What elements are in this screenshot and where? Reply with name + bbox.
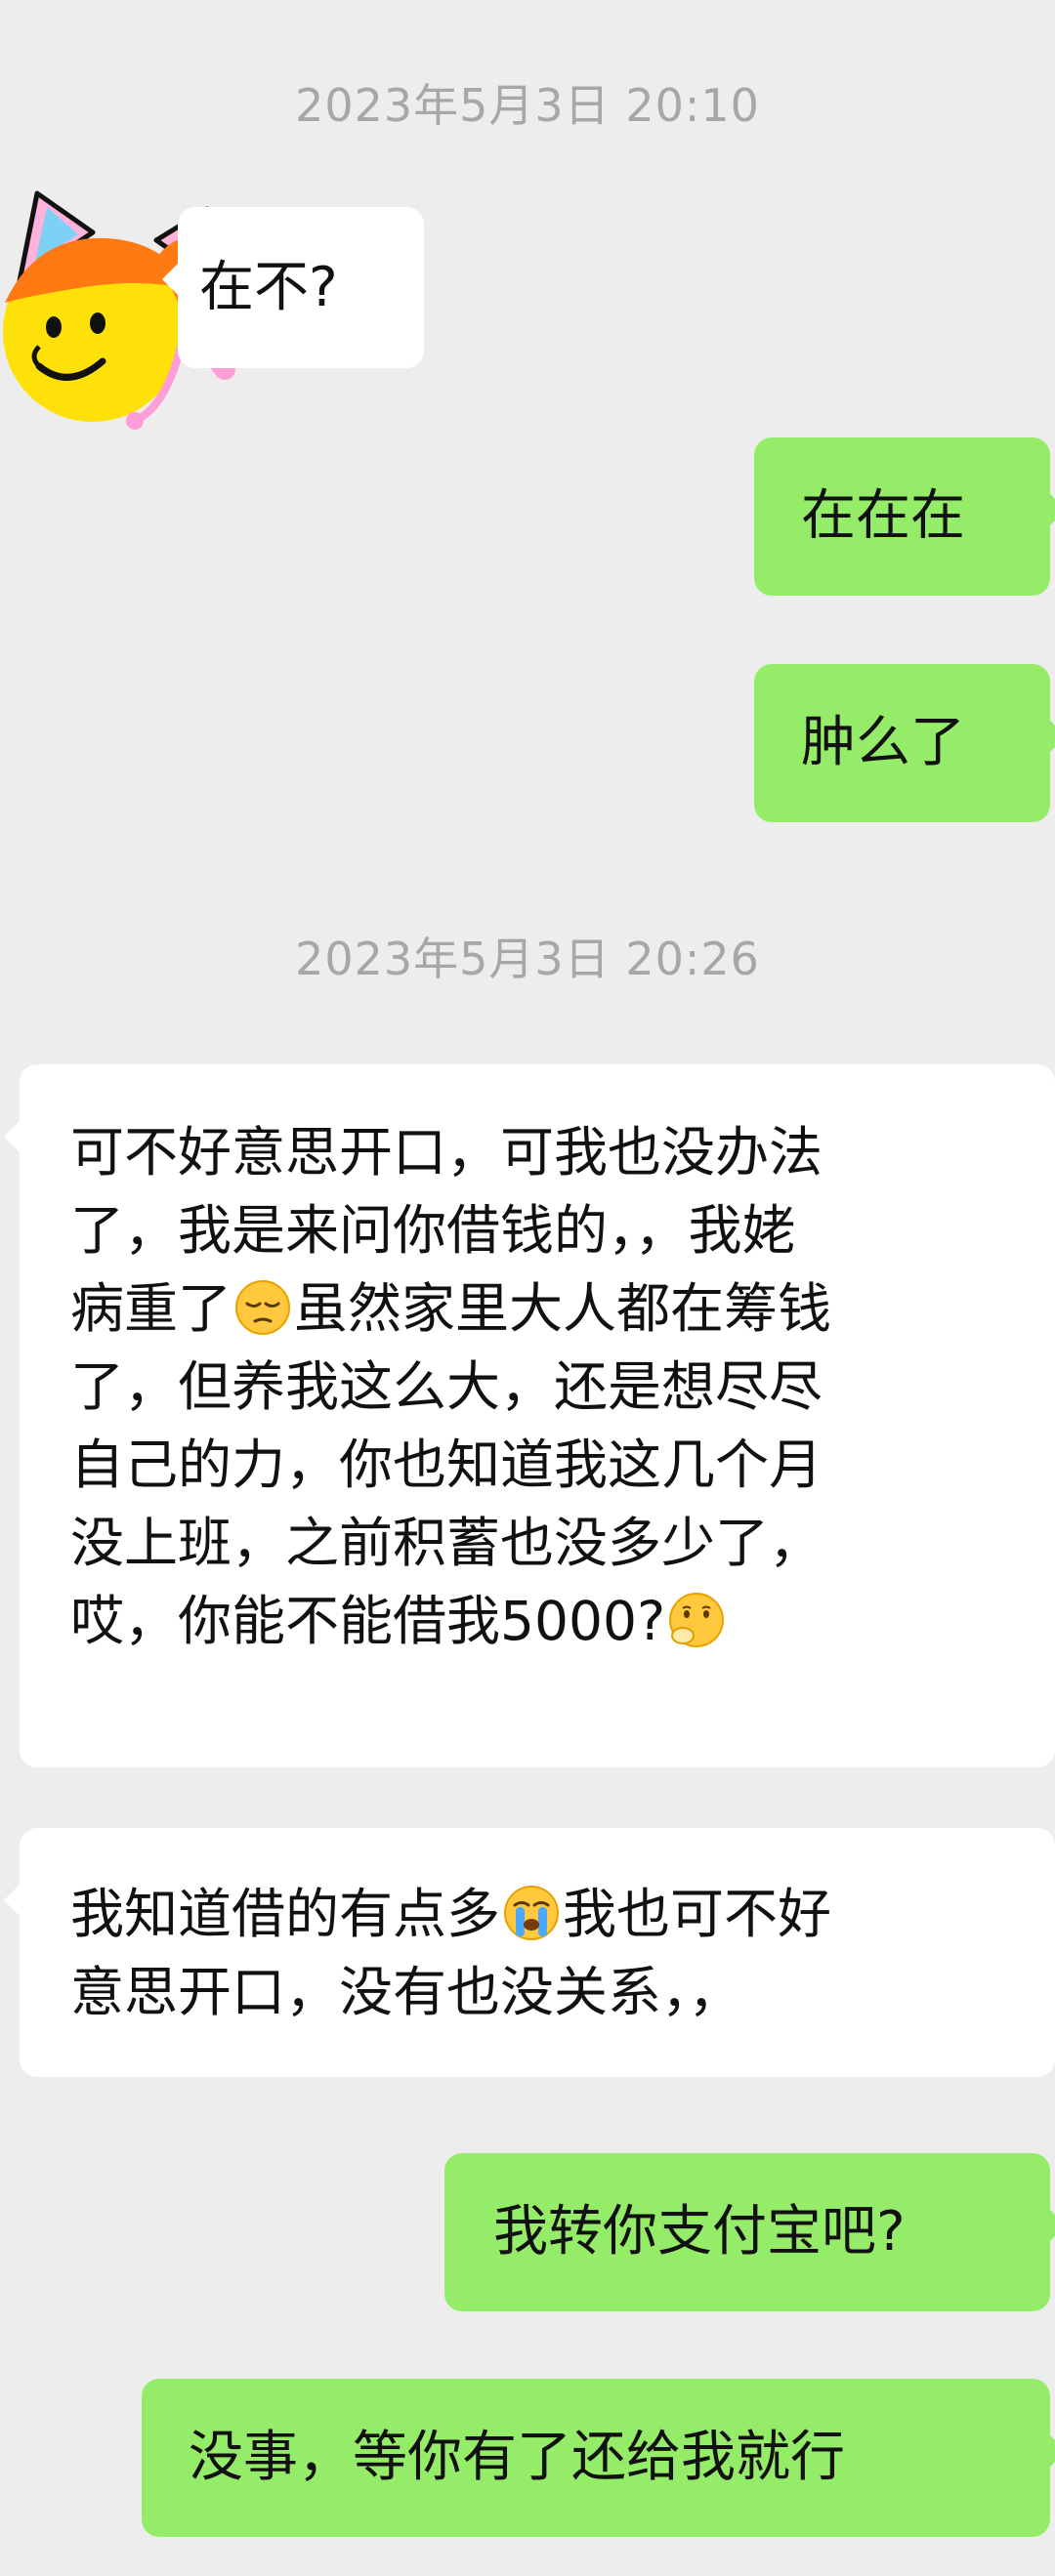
message-text: 在在在	[801, 484, 965, 548]
message-text: 哎，你能不能借我5000?	[70, 1590, 666, 1652]
sent-message[interactable]: 没事，等你有了还给我就行	[142, 2379, 1055, 2537]
received-message[interactable]: 可不好意思开口，可我也没办法 了，我是来问你借钱的，，我姥 病重了 虽然家里大人都…	[4, 1064, 1055, 1767]
loudly-crying-face-emoji	[504, 1886, 560, 1940]
message-line: 病重了 虽然家里大人都在筹钱	[70, 1269, 1055, 1348]
message-line: 了，但养我这么大，还是想尽尽	[70, 1355, 823, 1418]
message-line: 自己的力，你也知道我这几个月	[70, 1433, 823, 1496]
message-text: 我转你支付宝吧?	[493, 2200, 906, 2264]
sent-message[interactable]: 肿么了	[754, 664, 1055, 822]
face-with-hand-over-mouth-emoji	[669, 1593, 725, 1647]
pensive-face-emoji	[235, 1280, 291, 1335]
received-message[interactable]: 我知道借的有点多 我也可不好 意思开口，没有也没关系，，	[4, 1828, 1055, 2077]
message-line: 可不好意思开口，可我也没办法	[70, 1121, 823, 1184]
message-text: 虽然家里大人都在筹钱	[294, 1277, 832, 1340]
message-timestamp: 2023年5月3日 20:26	[295, 933, 760, 985]
message-line: 哎，你能不能借我5000?	[70, 1582, 1055, 1660]
message-text: 没事，等你有了还给我就行	[189, 2426, 845, 2489]
message-line: 了，我是来问你借钱的，，我姥	[70, 1199, 796, 1262]
received-message[interactable]: 在不?	[162, 207, 424, 368]
message-line: 意思开口，没有也没关系，，	[70, 1961, 742, 2023]
message-text: 我也可不好	[563, 1883, 832, 1945]
message-text: 病重了	[70, 1277, 232, 1340]
message-text: 我知道借的有点多	[70, 1883, 501, 1945]
message-text: 肿么了	[801, 711, 965, 774]
sent-message[interactable]: 在在在	[754, 437, 1055, 596]
chat-area[interactable]: 2023年5月3日 20:10 在不? 在在在 肿么了 2023年5月3日 20…	[0, 0, 1055, 2576]
sent-message[interactable]: 我转你支付宝吧?	[444, 2153, 1055, 2311]
message-text: 在不?	[199, 256, 338, 319]
message-line: 我知道借的有点多 我也可不好	[70, 1875, 1055, 1953]
message-line: 没上班，之前积蓄也没多少了，	[70, 1512, 823, 1574]
